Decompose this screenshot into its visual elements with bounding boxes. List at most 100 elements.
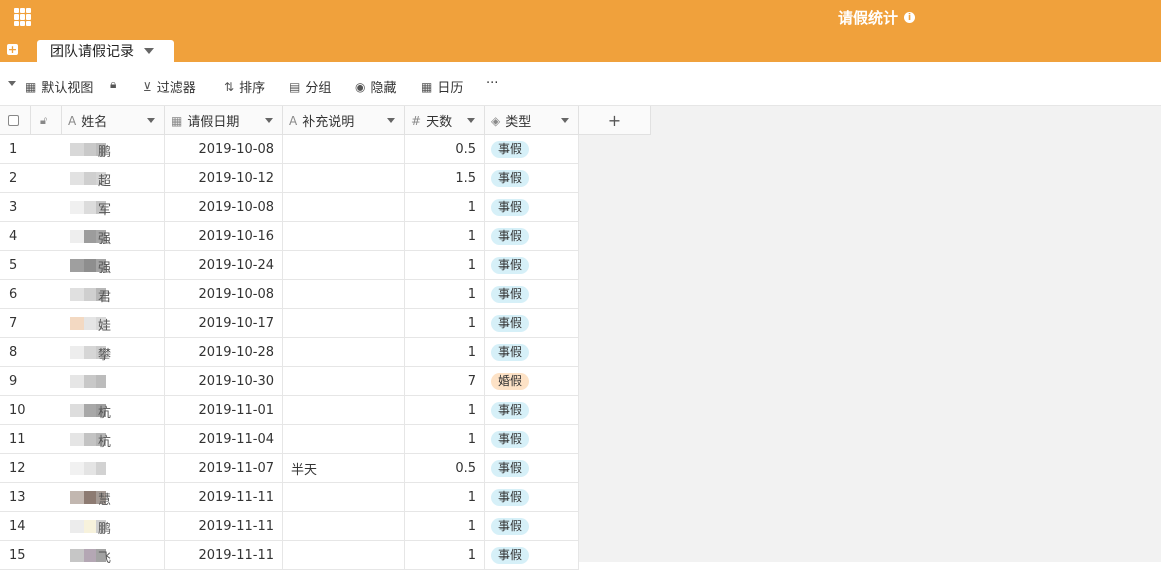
cell-name[interactable]: 强: [62, 251, 165, 280]
cell-type[interactable]: 事假: [485, 512, 579, 541]
cell-type[interactable]: 事假: [485, 541, 579, 570]
cell-date[interactable]: 2019-10-08: [165, 280, 283, 309]
table-row[interactable]: 3 军 2019-10-08 1 事假: [0, 193, 579, 222]
table-row[interactable]: 8 攀 2019-10-28 1 事假: [0, 338, 579, 367]
cell-note[interactable]: [283, 222, 405, 251]
cell-days[interactable]: 1: [405, 251, 485, 280]
cell-days[interactable]: 1: [405, 396, 485, 425]
cell-type[interactable]: 事假: [485, 309, 579, 338]
more-options-button[interactable]: ···: [486, 76, 498, 91]
cell-date[interactable]: 2019-10-30: [165, 367, 283, 396]
add-column-button[interactable]: +: [579, 106, 651, 135]
cell-name[interactable]: 鹏: [62, 135, 165, 164]
filter-button[interactable]: ⊻ 过滤器: [143, 77, 196, 97]
cell-name[interactable]: 军: [62, 193, 165, 222]
table-row[interactable]: 6 君 2019-10-08 1 事假: [0, 280, 579, 309]
table-row[interactable]: 2 超 2019-10-12 1.5 事假: [0, 164, 579, 193]
cell-type[interactable]: 婚假: [485, 367, 579, 396]
column-header-type[interactable]: ◈ 类型: [485, 106, 579, 135]
cell-note[interactable]: [283, 309, 405, 338]
select-all-checkbox[interactable]: [0, 106, 31, 135]
cell-date[interactable]: 2019-11-01: [165, 396, 283, 425]
cell-days[interactable]: 1: [405, 483, 485, 512]
table-row[interactable]: 13 慧 2019-11-11 1 事假: [0, 483, 579, 512]
cell-days[interactable]: 1: [405, 425, 485, 454]
cell-days[interactable]: 0.5: [405, 135, 485, 164]
table-row[interactable]: 7 娃 2019-10-17 1 事假: [0, 309, 579, 338]
cell-note[interactable]: [283, 135, 405, 164]
cell-type[interactable]: 事假: [485, 483, 579, 512]
table-row[interactable]: 5 强 2019-10-24 1 事假: [0, 251, 579, 280]
chevron-down-icon[interactable]: [387, 118, 395, 123]
tab-team-leave-records[interactable]: 团队请假记录: [37, 40, 174, 62]
cell-name[interactable]: [62, 367, 165, 396]
cell-date[interactable]: 2019-10-12: [165, 164, 283, 193]
calendar-button[interactable]: ▦ 日历: [421, 77, 463, 97]
chevron-down-icon[interactable]: [147, 118, 155, 123]
cell-days[interactable]: 1: [405, 338, 485, 367]
view-switch-button[interactable]: ▦ 默认视图: [25, 77, 93, 97]
cell-name[interactable]: 杭: [62, 425, 165, 454]
cell-days[interactable]: 1: [405, 193, 485, 222]
table-row[interactable]: 12 2019-11-07 半天 0.5 事假: [0, 454, 579, 483]
cell-name[interactable]: 强: [62, 222, 165, 251]
cell-name[interactable]: 娃: [62, 309, 165, 338]
cell-type[interactable]: 事假: [485, 454, 579, 483]
group-button[interactable]: ▤ 分组: [289, 77, 331, 97]
cell-date[interactable]: 2019-11-11: [165, 483, 283, 512]
info-icon[interactable]: i: [904, 12, 916, 23]
view-collapse-icon[interactable]: [8, 81, 16, 86]
cell-type[interactable]: 事假: [485, 280, 579, 309]
cell-note[interactable]: [283, 512, 405, 541]
cell-type[interactable]: 事假: [485, 222, 579, 251]
cell-type[interactable]: 事假: [485, 135, 579, 164]
cell-note[interactable]: [283, 483, 405, 512]
table-row[interactable]: 9 2019-10-30 7 婚假: [0, 367, 579, 396]
chevron-down-icon[interactable]: [467, 118, 475, 123]
cell-date[interactable]: 2019-10-08: [165, 135, 283, 164]
cell-days[interactable]: 1: [405, 309, 485, 338]
cell-note[interactable]: [283, 338, 405, 367]
lock-view-button[interactable]: 🔒︎: [110, 77, 121, 92]
cell-name[interactable]: 君: [62, 280, 165, 309]
apps-grid-icon[interactable]: [14, 8, 32, 26]
cell-date[interactable]: 2019-10-28: [165, 338, 283, 367]
chevron-down-icon[interactable]: [144, 48, 154, 54]
cell-name[interactable]: 攀: [62, 338, 165, 367]
table-row[interactable]: 14 鹏 2019-11-11 1 事假: [0, 512, 579, 541]
add-table-icon[interactable]: +: [7, 44, 18, 55]
cell-type[interactable]: 事假: [485, 425, 579, 454]
cell-name[interactable]: 杭: [62, 396, 165, 425]
cell-name[interactable]: [62, 454, 165, 483]
cell-days[interactable]: 1: [405, 512, 485, 541]
table-row[interactable]: 1 鹏 2019-10-08 0.5 事假: [0, 135, 579, 164]
table-row[interactable]: 15 飞 2019-11-11 1 事假: [0, 541, 579, 570]
hide-fields-button[interactable]: ◉ 隐藏: [355, 77, 397, 97]
cell-name[interactable]: 超: [62, 164, 165, 193]
cell-date[interactable]: 2019-11-07: [165, 454, 283, 483]
cell-date[interactable]: 2019-11-11: [165, 541, 283, 570]
cell-date[interactable]: 2019-10-16: [165, 222, 283, 251]
cell-date[interactable]: 2019-11-11: [165, 512, 283, 541]
column-header-date[interactable]: ▦ 请假日期: [165, 106, 283, 135]
cell-type[interactable]: 事假: [485, 396, 579, 425]
cell-note[interactable]: [283, 164, 405, 193]
cell-note[interactable]: [283, 396, 405, 425]
cell-type[interactable]: 事假: [485, 164, 579, 193]
cell-name[interactable]: 慧: [62, 483, 165, 512]
chevron-down-icon[interactable]: [265, 118, 273, 123]
table-row[interactable]: 10 杭 2019-11-01 1 事假: [0, 396, 579, 425]
cell-days[interactable]: 0.5: [405, 454, 485, 483]
cell-type[interactable]: 事假: [485, 251, 579, 280]
cell-note[interactable]: [283, 425, 405, 454]
cell-note[interactable]: [283, 367, 405, 396]
cell-days[interactable]: 1: [405, 541, 485, 570]
sort-button[interactable]: ⇅ 排序: [224, 77, 265, 97]
cell-type[interactable]: 事假: [485, 193, 579, 222]
cell-date[interactable]: 2019-10-08: [165, 193, 283, 222]
cell-name[interactable]: 飞: [62, 541, 165, 570]
cell-note[interactable]: [283, 193, 405, 222]
cell-date[interactable]: 2019-10-24: [165, 251, 283, 280]
cell-days[interactable]: 1.5: [405, 164, 485, 193]
cell-days[interactable]: 7: [405, 367, 485, 396]
